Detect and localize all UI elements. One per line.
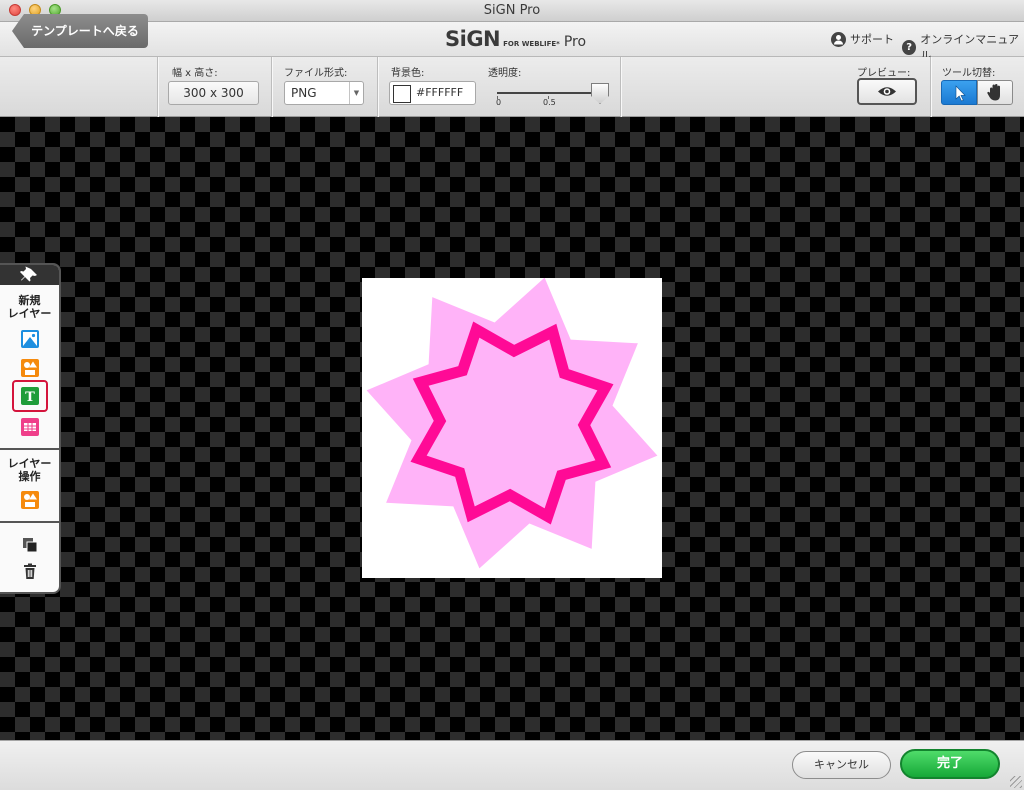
- eye-icon: [878, 87, 896, 96]
- pin-icon[interactable]: [0, 265, 59, 285]
- opacity-slider-track[interactable]: [497, 92, 599, 94]
- new-layer-heading: 新規 レイヤー: [7, 294, 52, 320]
- text-layer-icon[interactable]: T: [21, 387, 39, 405]
- tool-switch-label: ツール切替:: [942, 68, 996, 79]
- hand-icon: [987, 84, 1000, 101]
- text-icon-glyph: T: [25, 390, 35, 405]
- toolbar-divider: [620, 57, 621, 117]
- opacity-min-label: 0: [496, 98, 502, 107]
- chevron-down-icon: ▼: [349, 82, 363, 104]
- panel-divider: [0, 448, 59, 450]
- back-to-template-button[interactable]: テンプレートへ戻る: [12, 14, 148, 48]
- opacity-mid-label: 0.5: [543, 98, 556, 107]
- brand-bar: SiGN FOR WEBLIFE* Pro サポート ? オンラインマニュアル: [0, 22, 1024, 62]
- select-tool-button[interactable]: [941, 80, 977, 105]
- cursor-arrow-icon: [955, 85, 966, 102]
- pattern-layer-icon[interactable]: [21, 418, 39, 436]
- user-icon: [831, 31, 846, 47]
- opacity-label: 透明度:: [488, 68, 522, 79]
- artboard[interactable]: [362, 277, 662, 578]
- preview-label: プレビュー:: [857, 68, 911, 79]
- help-icon: ?: [902, 39, 917, 55]
- starburst-shape[interactable]: [362, 277, 662, 578]
- support-label: サポート: [850, 33, 894, 46]
- logo-sub: FOR WEBLIFE*: [503, 40, 560, 48]
- toolbar-divider: [157, 57, 158, 117]
- background-color-value: #FFFFFF: [416, 86, 464, 99]
- resize-grip[interactable]: [1010, 776, 1022, 788]
- hand-tool-button[interactable]: [977, 80, 1013, 105]
- app-logo: SiGN FOR WEBLIFE* Pro: [445, 27, 586, 53]
- layer-edit-icon[interactable]: [21, 491, 39, 509]
- window-close-button[interactable]: [9, 4, 21, 16]
- toolbar-divider: [377, 57, 378, 117]
- done-button[interactable]: 完了: [900, 749, 1000, 779]
- panel-header: [0, 265, 59, 285]
- file-format-select[interactable]: PNG ▼: [284, 81, 364, 105]
- duplicate-icon[interactable]: [21, 536, 39, 554]
- color-swatch[interactable]: [393, 85, 411, 103]
- file-format-label: ファイル形式:: [284, 68, 348, 79]
- logo-name: SiGN: [445, 27, 501, 51]
- window-titlebar: SiGN Pro: [0, 0, 1024, 22]
- cancel-button[interactable]: キャンセル: [792, 751, 891, 779]
- trash-icon[interactable]: [21, 562, 39, 580]
- file-format-value: PNG: [291, 86, 317, 100]
- shape-layer-icon[interactable]: [21, 359, 39, 377]
- image-layer-icon[interactable]: [21, 330, 39, 348]
- toolbar-divider: [271, 57, 272, 117]
- footer-bar: キャンセル 完了: [0, 740, 1024, 790]
- background-color-label: 背景色:: [391, 68, 425, 79]
- size-label: 幅 x 高さ:: [172, 68, 218, 79]
- window-title: SiGN Pro: [483, 3, 541, 18]
- toolbar-divider: [930, 57, 931, 117]
- logo-edition: Pro: [563, 34, 587, 50]
- panel-divider: [0, 521, 59, 523]
- support-link[interactable]: サポート: [831, 31, 894, 47]
- layer-operations-heading: レイヤー 操作: [7, 457, 52, 483]
- preview-button[interactable]: [857, 78, 917, 105]
- size-field[interactable]: 300 x 300: [168, 81, 259, 105]
- layer-panel: 新規 レイヤー T レイヤー 操作: [0, 263, 61, 594]
